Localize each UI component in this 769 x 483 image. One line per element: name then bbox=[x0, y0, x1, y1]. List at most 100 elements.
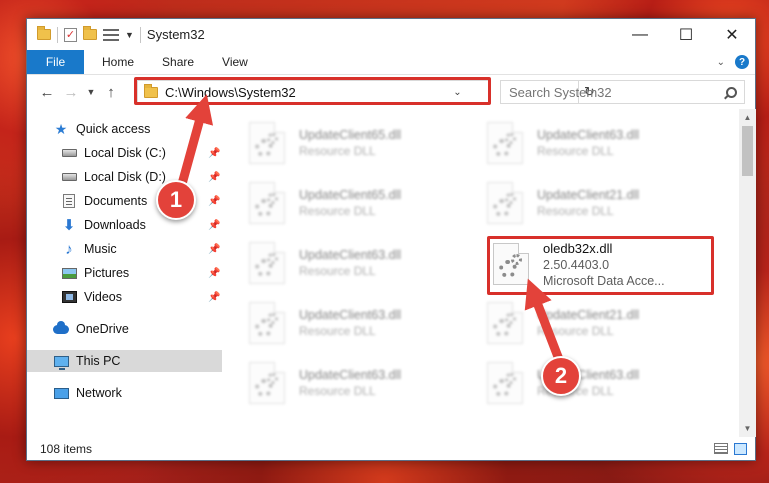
sidebar-item-music[interactable]: ♪ Music 📌 bbox=[27, 238, 222, 260]
ribbon-right-controls: ⌄ ? bbox=[717, 50, 755, 74]
sidebar-item-local-disk-d[interactable]: Local Disk (D:) 📌 bbox=[27, 166, 222, 188]
sidebar-item-label: Pictures bbox=[84, 266, 130, 280]
file-item[interactable]: UpdateClient63.dll Resource DLL bbox=[223, 297, 455, 349]
dll-file-icon bbox=[249, 242, 285, 284]
file-type: Resource DLL bbox=[299, 324, 376, 338]
tab-home[interactable]: Home bbox=[84, 50, 148, 74]
scrollbar-thumb[interactable] bbox=[742, 126, 753, 176]
file-type: Resource DLL bbox=[537, 324, 614, 338]
cloud-icon bbox=[53, 320, 69, 336]
file-name: UpdateClient63.dll bbox=[537, 128, 640, 142]
sidebar-item-local-disk-c[interactable]: Local Disk (C:) 📌 bbox=[27, 142, 222, 164]
scroll-down-icon[interactable]: ▼ bbox=[739, 420, 756, 437]
file-item[interactable]: UpdateClient63.dll Resource DLL bbox=[461, 117, 693, 169]
sidebar-item-label: This PC bbox=[76, 354, 121, 368]
file-name: UpdateClient65.dll bbox=[299, 128, 402, 142]
pin-icon[interactable]: 📌 bbox=[208, 244, 220, 255]
disk-icon bbox=[61, 146, 77, 160]
file-name: UpdateClient63.dll bbox=[299, 248, 402, 262]
navigation-bar: ← → ▼ ↑ C:\Windows\System32 ⌄ ↻ bbox=[27, 76, 755, 108]
forward-arrow-icon[interactable]: → bbox=[59, 84, 83, 101]
sidebar-item-this-pc[interactable]: This PC bbox=[27, 350, 222, 372]
pin-icon[interactable]: 📌 bbox=[208, 196, 220, 207]
file-item[interactable]: UpdateClient21.dll Resource DLL bbox=[461, 177, 693, 229]
toolbar-separator bbox=[57, 26, 58, 43]
pin-icon[interactable]: 📌 bbox=[208, 148, 220, 159]
up-arrow-icon[interactable]: ↑ bbox=[99, 84, 123, 101]
pin-icon[interactable]: 📌 bbox=[208, 172, 220, 183]
callout-badge-two: 2 bbox=[541, 356, 581, 396]
file-type: Resource DLL bbox=[537, 204, 614, 218]
window-title: System32 bbox=[146, 27, 205, 42]
file-explorer-window: ✓ ▼ System32 — ☐ ✕ File Home Share View … bbox=[26, 18, 756, 461]
file-type: Resource DLL bbox=[537, 144, 614, 158]
navigation-pane: ★ Quick access Local Disk (C:) 📌 Local D… bbox=[27, 115, 222, 437]
quick-access-toolbar: ✓ ▼ bbox=[27, 19, 141, 50]
music-icon: ♪ bbox=[65, 240, 73, 258]
back-arrow-icon[interactable]: ← bbox=[35, 84, 59, 101]
toolbar-separator bbox=[139, 26, 141, 43]
file-item[interactable]: UpdateClient65.dll Resource DLL bbox=[223, 177, 455, 229]
sidebar-item-videos[interactable]: Videos 📌 bbox=[27, 286, 222, 308]
scroll-up-icon[interactable]: ▲ bbox=[739, 109, 756, 126]
download-icon: ⬇ bbox=[62, 217, 76, 234]
file-type: Resource DLL bbox=[299, 144, 376, 158]
file-item[interactable]: UpdateClient65.dll Resource DLL bbox=[223, 117, 455, 169]
dll-file-icon bbox=[487, 302, 523, 344]
dll-file-icon bbox=[487, 122, 523, 164]
sidebar-item-label: Network bbox=[76, 386, 122, 400]
file-item[interactable]: UpdateClient21.dll Resource DLL bbox=[461, 297, 693, 349]
file-type: Resource DLL bbox=[299, 264, 376, 278]
recent-locations-chevron-icon[interactable]: ▼ bbox=[83, 87, 99, 97]
pin-icon[interactable]: 📌 bbox=[208, 220, 220, 231]
sidebar-item-label: OneDrive bbox=[76, 322, 129, 336]
dll-file-icon bbox=[487, 362, 523, 404]
search-icon[interactable] bbox=[726, 86, 737, 98]
maximize-button[interactable]: ☐ bbox=[663, 19, 709, 50]
disk-icon bbox=[61, 170, 77, 184]
sidebar-item-downloads[interactable]: ⬇ Downloads 📌 bbox=[27, 214, 222, 236]
sidebar-item-label: Music bbox=[84, 242, 117, 256]
sidebar-item-label: Documents bbox=[84, 194, 148, 208]
file-name: UpdateClient63.dll bbox=[299, 308, 402, 322]
dll-file-icon bbox=[249, 182, 285, 224]
sidebar-item-pictures[interactable]: Pictures 📌 bbox=[27, 262, 222, 284]
file-type: Resource DLL bbox=[299, 204, 376, 218]
tab-file[interactable]: File bbox=[27, 50, 84, 74]
sidebar-item-quick-access[interactable]: ★ Quick access bbox=[27, 118, 222, 140]
pc-icon bbox=[53, 354, 69, 370]
file-name: UpdateClient21.dll bbox=[537, 308, 640, 322]
dll-file-icon bbox=[249, 122, 285, 164]
expand-ribbon-icon[interactable]: ⌄ bbox=[717, 57, 725, 68]
file-item[interactable]: UpdateClient63.dll Resource DLL bbox=[223, 357, 455, 409]
file-item[interactable]: UpdateClient63.dll Resource DLL bbox=[223, 237, 455, 289]
search-input[interactable] bbox=[509, 84, 709, 100]
view-toggle-group bbox=[714, 443, 747, 455]
close-button[interactable]: ✕ bbox=[709, 19, 755, 50]
large-icons-view-icon[interactable] bbox=[734, 443, 747, 455]
details-view-icon[interactable] bbox=[714, 443, 728, 454]
properties-check-icon[interactable]: ✓ bbox=[64, 27, 77, 42]
tab-view[interactable]: View bbox=[208, 50, 262, 74]
file-highlight-box bbox=[487, 236, 714, 295]
minimize-button[interactable]: — bbox=[617, 19, 663, 50]
item-count: 108 items bbox=[40, 442, 93, 456]
dll-file-icon bbox=[249, 302, 285, 344]
sidebar-item-onedrive[interactable]: OneDrive bbox=[27, 318, 222, 340]
customize-toolbar-dropdown-icon[interactable]: ▼ bbox=[125, 30, 134, 40]
dll-file-icon bbox=[487, 182, 523, 224]
folder-icon[interactable] bbox=[37, 26, 51, 40]
file-name: UpdateClient63.dll bbox=[299, 368, 402, 382]
dll-file-icon bbox=[249, 362, 285, 404]
properties-list-icon[interactable] bbox=[103, 28, 119, 41]
address-highlight-box bbox=[134, 77, 491, 105]
new-folder-icon[interactable] bbox=[83, 26, 97, 40]
tab-share[interactable]: Share bbox=[148, 50, 208, 74]
help-icon[interactable]: ? bbox=[735, 55, 749, 69]
callout-badge-one: 1 bbox=[156, 180, 196, 220]
search-box[interactable] bbox=[500, 80, 745, 104]
vertical-scrollbar[interactable]: ▲ ▼ bbox=[739, 109, 756, 437]
pin-icon[interactable]: 📌 bbox=[208, 292, 220, 303]
sidebar-item-network[interactable]: Network bbox=[27, 382, 222, 404]
pin-icon[interactable]: 📌 bbox=[208, 268, 220, 279]
